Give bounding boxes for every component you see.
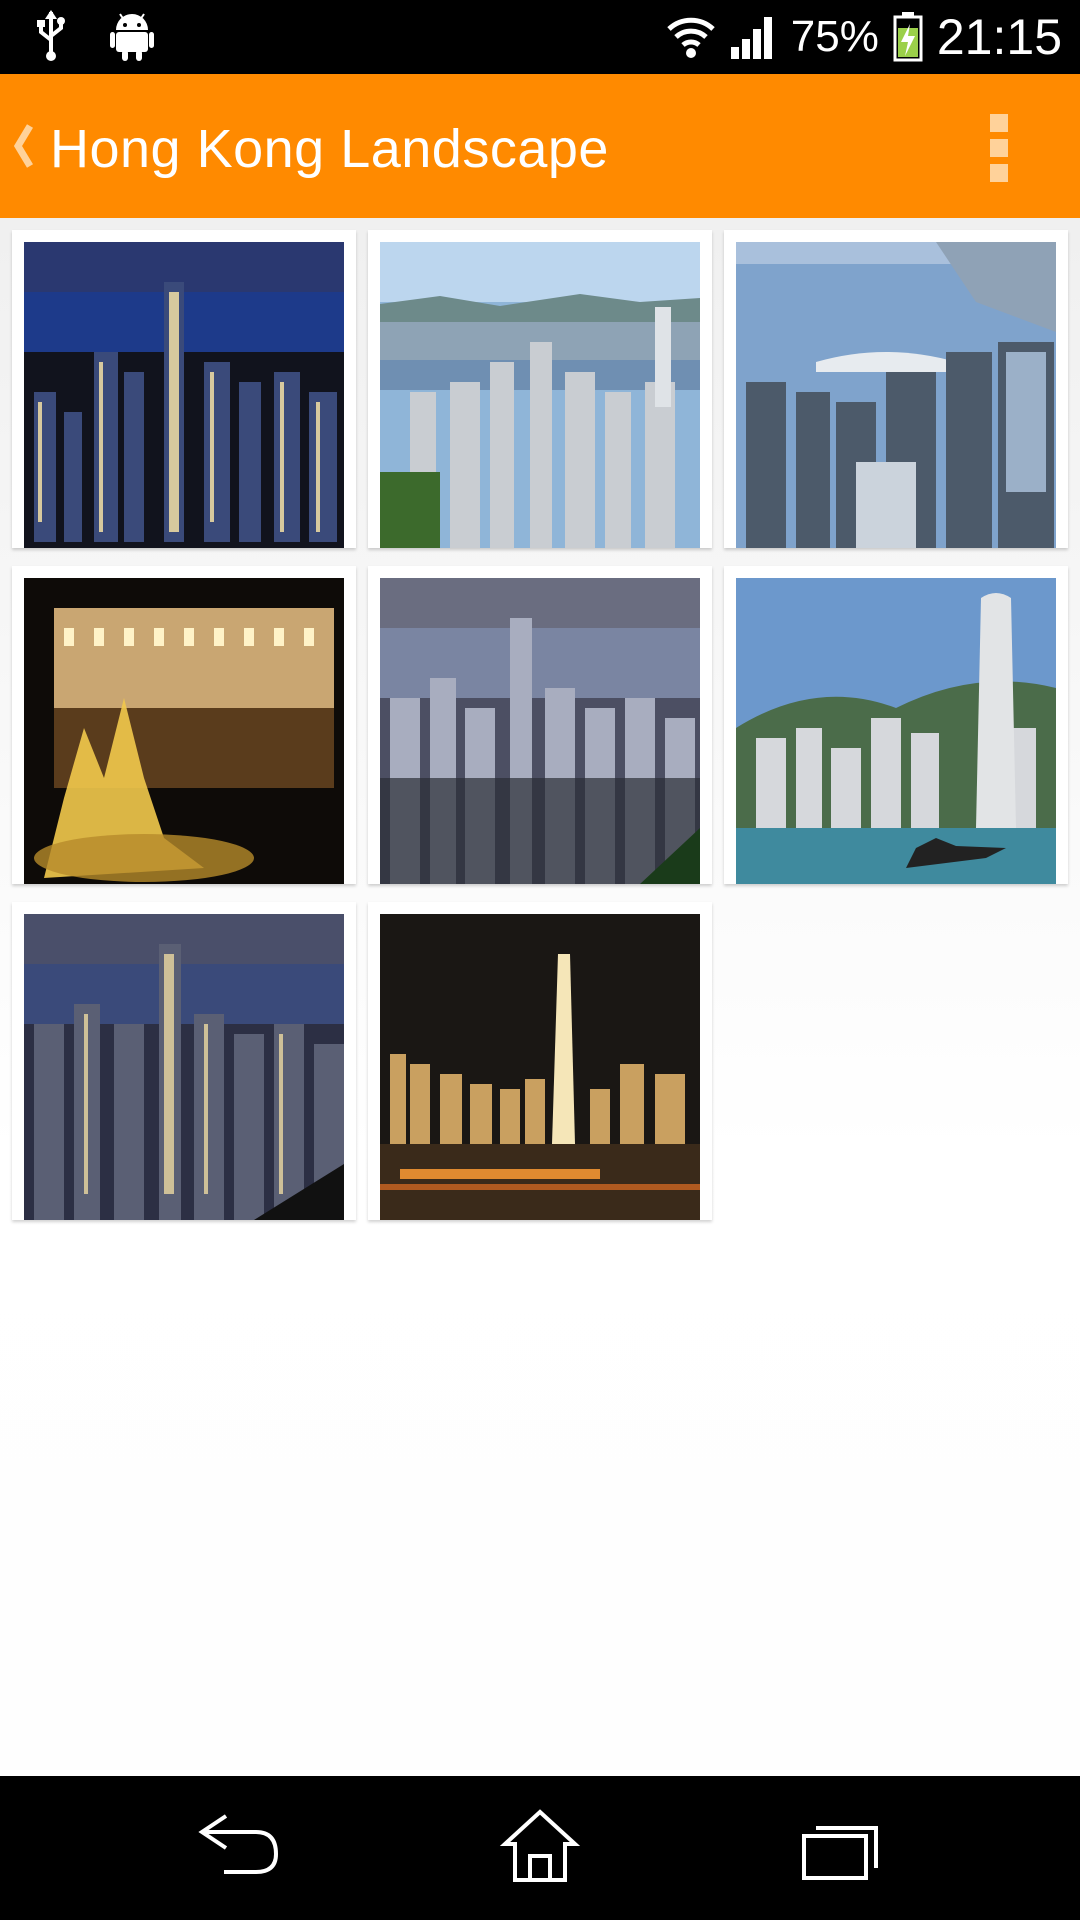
gallery-tile[interactable]: [724, 230, 1068, 548]
gallery-tile[interactable]: [368, 566, 712, 884]
android-icon: [110, 13, 154, 61]
home-icon[interactable]: [495, 1806, 585, 1886]
photo-dusk-skyline[interactable]: [380, 578, 700, 884]
gallery-tile[interactable]: [724, 566, 1068, 884]
photo-daytime-skyline[interactable]: [380, 242, 700, 548]
photo-fountain-hotel[interactable]: [24, 578, 344, 884]
page-title: Hong Kong Landscape: [50, 119, 609, 179]
photo-night-skyline-alt[interactable]: [24, 914, 344, 1220]
gallery-tile[interactable]: [368, 902, 712, 1220]
recent-apps-icon[interactable]: [796, 1806, 886, 1886]
photo-harbour-convention-centre[interactable]: [736, 242, 1056, 548]
signal-icon: [730, 17, 772, 59]
overflow-menu-icon[interactable]: [988, 114, 1010, 182]
gallery-tile[interactable]: [12, 902, 356, 1220]
battery-charging-icon: [893, 12, 923, 62]
back-icon[interactable]: [196, 1806, 286, 1886]
photo-harbour-boat[interactable]: [736, 578, 1056, 884]
wifi-icon: [667, 17, 715, 58]
gallery-tile[interactable]: [12, 566, 356, 884]
gallery-content: [0, 218, 1080, 1776]
action-bar: Hong Kong Landscape: [0, 74, 1080, 218]
usb-icon: [37, 10, 65, 61]
back-chevron-icon[interactable]: [12, 124, 34, 168]
clock: 21:15: [936, 9, 1062, 65]
status-bar: 75% 21:15: [0, 0, 1080, 74]
photo-ifc-night[interactable]: [380, 914, 700, 1220]
photo-night-skyline[interactable]: [24, 242, 344, 548]
gallery-tile[interactable]: [12, 230, 356, 548]
gallery-tile[interactable]: [368, 230, 712, 548]
battery-percent: 75%: [790, 12, 879, 61]
navigation-bar: [0, 1776, 1080, 1920]
